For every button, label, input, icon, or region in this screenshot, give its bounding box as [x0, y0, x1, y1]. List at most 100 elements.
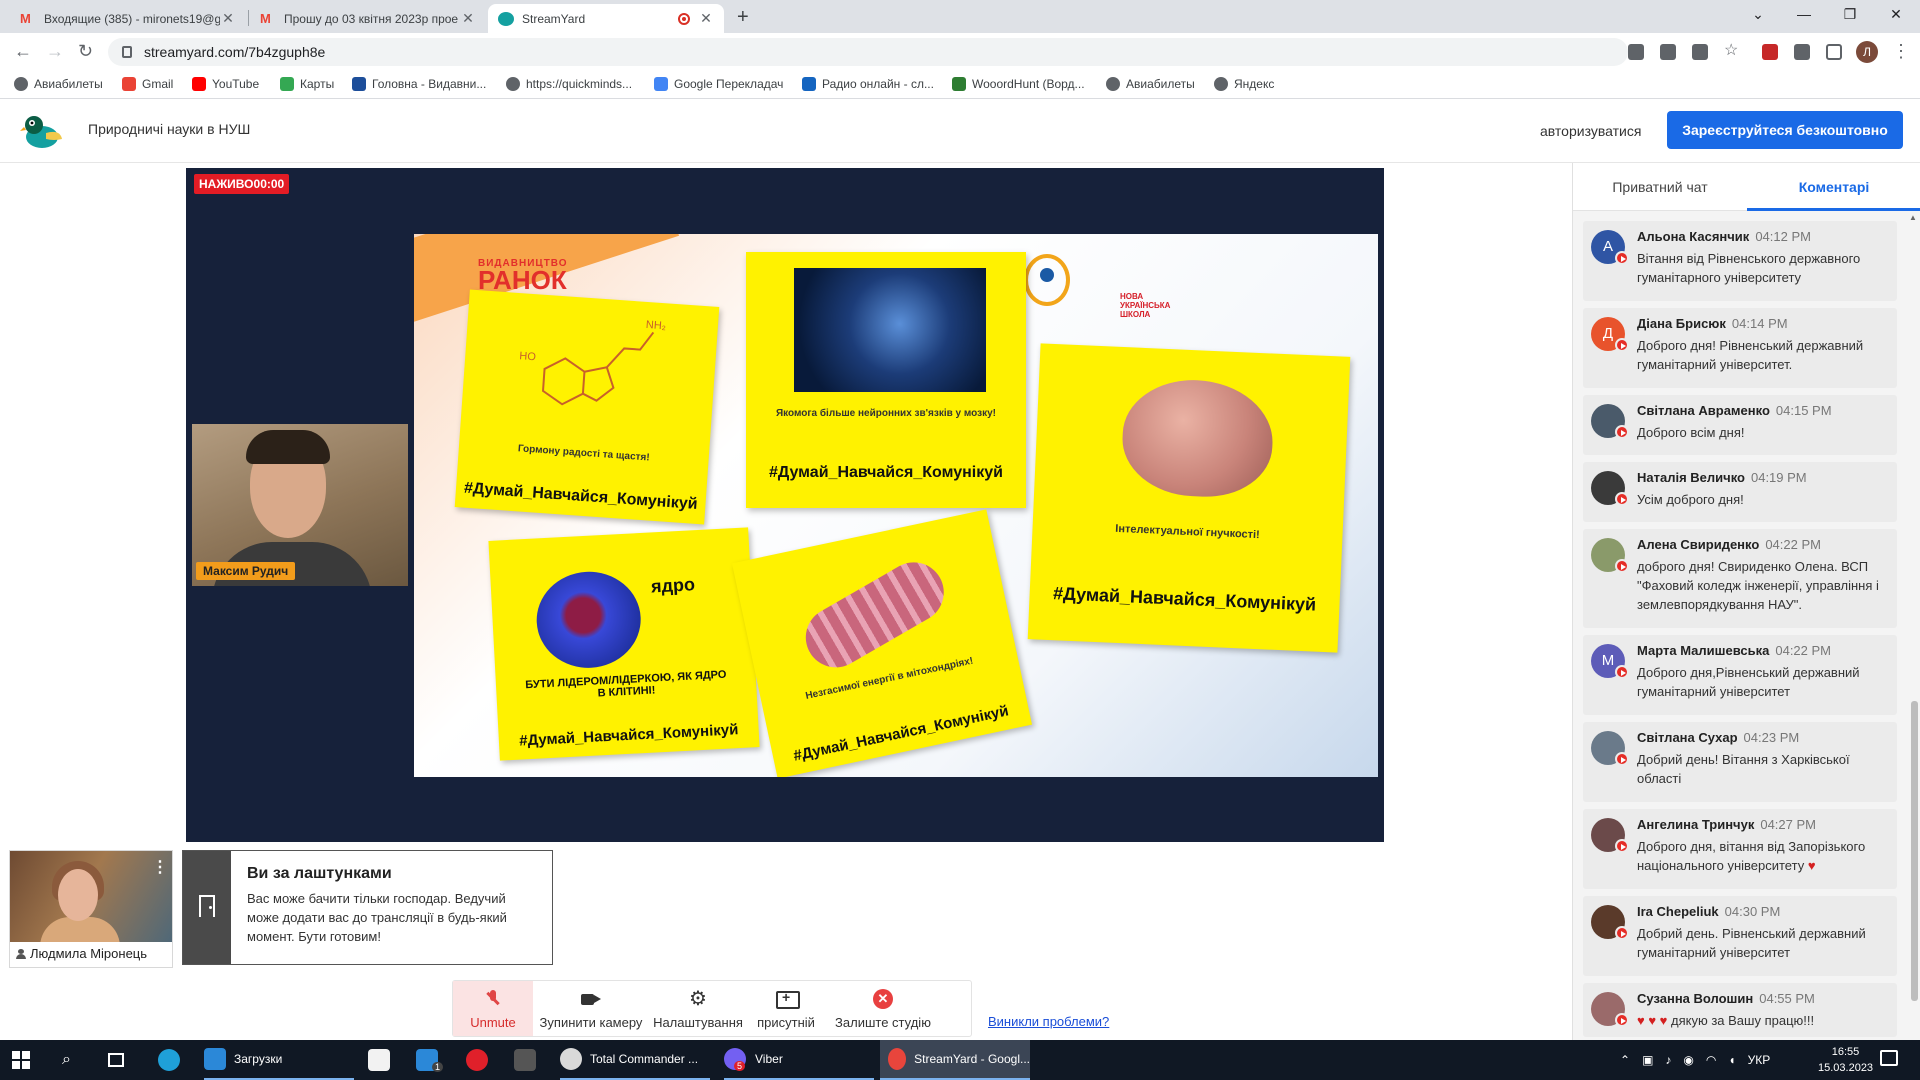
bookmark-item[interactable]: Яндекс: [1214, 77, 1274, 91]
reload-icon[interactable]: ↻: [78, 41, 93, 62]
youtube-icon: [1615, 1013, 1629, 1027]
restore-icon[interactable]: ❐: [1840, 6, 1860, 23]
kebab-menu-icon[interactable]: ⋮: [152, 857, 168, 877]
volume-icon[interactable]: ◖: [1728, 1053, 1735, 1067]
bookmark-item[interactable]: YouTube: [192, 77, 259, 91]
tab-private-chat[interactable]: Приватний чат: [1573, 163, 1747, 211]
address-bar[interactable]: streamyard.com/7b4zguph8e: [108, 38, 1628, 66]
search-button[interactable]: ⌕: [62, 1040, 71, 1080]
unmute-button[interactable]: Unmute: [453, 981, 533, 1036]
close-icon[interactable]: ✕: [220, 10, 236, 27]
back-arrow-icon[interactable]: ←: [14, 41, 32, 62]
camera-blocked-icon[interactable]: [1628, 44, 1644, 60]
minimize-icon[interactable]: —: [1794, 6, 1814, 22]
problems-help-link[interactable]: Виникли проблеми?: [988, 1014, 1109, 1029]
comment-item: Сузанна Волошин 04:55 PM ♥ ♥ ♥ дякую за В…: [1583, 983, 1897, 1037]
chrome-streamyard-app[interactable]: StreamYard - Googl...: [880, 1040, 1030, 1080]
slide-card-brain: Інтелектуальної гнучкості! #Думай_Навчай…: [1027, 343, 1351, 653]
wifi-icon[interactable]: ◠: [1706, 1053, 1716, 1067]
star-icon[interactable]: ☆: [1724, 43, 1740, 60]
chevron-up-icon[interactable]: ⌃: [1620, 1053, 1630, 1067]
comment-header: Світлана Авраменко 04:15 PM: [1637, 403, 1832, 418]
signup-button[interactable]: Зареєструйтеся безкоштовно: [1667, 111, 1903, 149]
bookmark-item[interactable]: WooordHunt (Ворд...: [952, 77, 1085, 91]
close-circle-icon: ✕: [873, 989, 893, 1009]
bookmark-item[interactable]: Авиабилеты: [14, 77, 103, 91]
opera-app[interactable]: [466, 1040, 496, 1080]
microphone-icon[interactable]: ♪: [1665, 1053, 1671, 1067]
ranok-publisher-logo: ВИДАВНИЦТВО РАНОК: [478, 258, 568, 293]
streamyard-taskbar-label: StreamYard - Googl...: [914, 1052, 1030, 1066]
present-label: присутній: [757, 1015, 815, 1030]
bookmark-item[interactable]: Головна - Видавни...: [352, 77, 486, 91]
svg-text:HO: HO: [519, 350, 537, 363]
forward-arrow-icon[interactable]: →: [46, 41, 64, 62]
youtube-icon: [1615, 492, 1629, 506]
calculator-app[interactable]: [514, 1040, 544, 1080]
window-close-icon[interactable]: ✕: [1886, 6, 1906, 23]
unmute-label: Unmute: [470, 1015, 516, 1030]
lock-icon: [122, 46, 132, 58]
store-app[interactable]: [368, 1040, 398, 1080]
camera-tray-icon[interactable]: ◉: [1683, 1053, 1693, 1067]
comment-author: Наталія Величко: [1637, 470, 1745, 485]
start-button[interactable]: [12, 1040, 30, 1080]
bookmark-item[interactable]: https://quickminds...: [506, 77, 632, 91]
guest-name-text: Людмила Міронець: [30, 946, 148, 961]
bookmark-item[interactable]: Gmail: [122, 77, 173, 91]
new-tab-button[interactable]: +: [737, 6, 749, 29]
total-commander-app[interactable]: Total Commander ...: [560, 1040, 710, 1080]
chat-scrollbar-thumb[interactable]: [1911, 701, 1918, 1001]
browser-tab-gmail-request[interactable]: Прошу до 03 квітня 2023р прое ✕: [250, 4, 486, 33]
scroll-up-arrow-icon[interactable]: ▲: [1909, 213, 1917, 222]
comment-author: Альона Касянчик: [1637, 229, 1750, 244]
language-indicator[interactable]: УКР: [1748, 1053, 1771, 1067]
viber-app[interactable]: 5 Viber: [724, 1040, 874, 1080]
clock[interactable]: 16:55 15.03.2023: [1818, 1044, 1873, 1076]
edge-app[interactable]: [158, 1040, 188, 1080]
browser-tab-gmail-inbox[interactable]: Входящие (385) - mironets19@g ✕: [10, 4, 246, 33]
tab-comments[interactable]: Коментарі: [1747, 163, 1920, 211]
leave-studio-button[interactable]: ✕ Залиште студію: [825, 981, 941, 1036]
mail-app[interactable]: 1: [416, 1040, 444, 1080]
browser-tab-streamyard[interactable]: StreamYard ✕: [488, 4, 724, 33]
show-title: Природничі науки в НУШ: [88, 121, 251, 137]
downloads-folder-app[interactable]: Загрузки: [204, 1040, 354, 1080]
task-view-button[interactable]: [108, 1040, 124, 1080]
close-icon[interactable]: ✕: [698, 10, 714, 27]
slide-card-mitochondria: Незгасимої енергії в мітохондріях! #Дума…: [731, 509, 1033, 777]
globe-icon: [1214, 77, 1228, 91]
cell-nucleus-image: [534, 569, 644, 671]
notification-center-icon[interactable]: [1880, 1050, 1898, 1066]
side-panel-icon[interactable]: [1826, 44, 1842, 60]
bookmark-item[interactable]: Радио онлайн - сл...: [802, 77, 934, 91]
streamyard-duck-logo[interactable]: [20, 111, 64, 151]
extension-red-icon[interactable]: [1762, 44, 1778, 60]
tab-search-chevron-icon[interactable]: ⌄: [1748, 6, 1768, 23]
bookmark-item[interactable]: Карты: [280, 77, 334, 91]
windows-taskbar: ⌕ Загрузки 1 Total Commander ... 5 Viber …: [0, 1040, 1920, 1080]
windows-logo-icon: [12, 1051, 30, 1069]
chat-panel: Приватний чат Коментарі А Альона Касянчи…: [1572, 163, 1920, 1040]
settings-button[interactable]: ⚙ Налаштування: [649, 981, 747, 1036]
comment-text: доброго дня! Свириденко Олена. ВСП "Фахо…: [1637, 559, 1879, 612]
url-text: streamyard.com/7b4zguph8e: [144, 44, 326, 60]
guest-camera-tile[interactable]: ⋮ Людмила Міронець: [9, 850, 173, 968]
bookmark-item[interactable]: Google Переклaдач: [654, 77, 783, 91]
translate-icon[interactable]: [1660, 44, 1676, 60]
puzzle-extensions-icon[interactable]: [1794, 44, 1810, 60]
bookmark-label: Авиабилеты: [1126, 77, 1195, 91]
network-adapter-icon[interactable]: ▣: [1642, 1053, 1653, 1067]
profile-avatar[interactable]: Л: [1856, 41, 1878, 63]
mic-muted-icon: [483, 989, 503, 1009]
login-link[interactable]: авторизуватися: [1540, 123, 1641, 139]
present-button[interactable]: присутній: [747, 981, 825, 1036]
menu-kebab-icon[interactable]: ⋮: [1892, 41, 1910, 62]
close-icon[interactable]: ✕: [460, 10, 476, 27]
bookmark-item[interactable]: Авиабилеты: [1106, 77, 1195, 91]
comment-item: Д Діана Брисюк 04:14 PM Доброго дня! Рівн…: [1583, 308, 1897, 388]
share-icon[interactable]: [1692, 44, 1708, 60]
wooordhunt-icon: [952, 77, 966, 91]
settings-label: Налаштування: [653, 1015, 743, 1030]
stop-camera-button[interactable]: Зупинити камеру: [533, 981, 649, 1036]
